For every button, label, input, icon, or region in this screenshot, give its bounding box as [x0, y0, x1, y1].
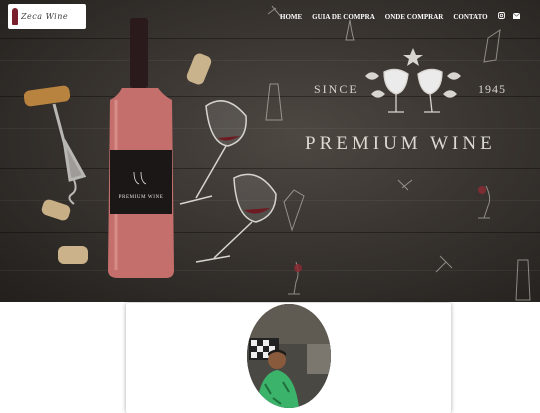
since-label: SINCE — [314, 82, 359, 96]
email-icon[interactable] — [512, 12, 520, 21]
bottle-doodle-icon — [483, 28, 501, 63]
wine-bottle — [108, 18, 174, 278]
avatar — [247, 304, 331, 408]
bottle-label — [110, 150, 172, 214]
bottle-label-text: PREMIUM WINE — [119, 195, 164, 200]
bottle-doodle-icon — [515, 259, 531, 301]
wine-drop — [478, 186, 486, 194]
hero-banner: PREMIUM WINE SINCE 1945 PREMIUM WINE — [0, 0, 540, 302]
corkscrew-doodle-icon — [397, 179, 413, 191]
hero-headline: PREMIUM WINE — [305, 133, 496, 154]
logo-text: Zeca Wine — [21, 12, 69, 21]
wine-bottle-logo-icon — [12, 8, 18, 25]
corkscrew-icon — [52, 103, 87, 205]
glass-doodle-icon — [345, 19, 355, 41]
main-nav: HOME GUIA DE COMPRA ONDE COMPRAR CONTATO — [280, 12, 528, 21]
wine-glass — [179, 100, 277, 263]
wine-drop — [294, 264, 302, 272]
corkscrew-doodle-icon — [435, 255, 453, 273]
site-logo[interactable]: Zeca Wine — [8, 4, 86, 29]
since-year: 1945 — [478, 82, 506, 96]
bottle-doodle-icon — [265, 83, 283, 121]
nav-guia-de-compra[interactable]: GUIA DE COMPRA — [312, 13, 375, 21]
avatar-photo — [247, 304, 331, 408]
star-icon — [403, 48, 423, 66]
instagram-icon[interactable] — [497, 12, 505, 21]
since-emblem-glasses-icon — [365, 48, 461, 113]
nav-home[interactable]: HOME — [280, 13, 302, 21]
nav-onde-comprar[interactable]: ONDE COMPRAR — [385, 13, 444, 21]
bottle-doodle-icon — [283, 189, 305, 232]
nav-contato[interactable]: CONTATO — [453, 13, 487, 21]
